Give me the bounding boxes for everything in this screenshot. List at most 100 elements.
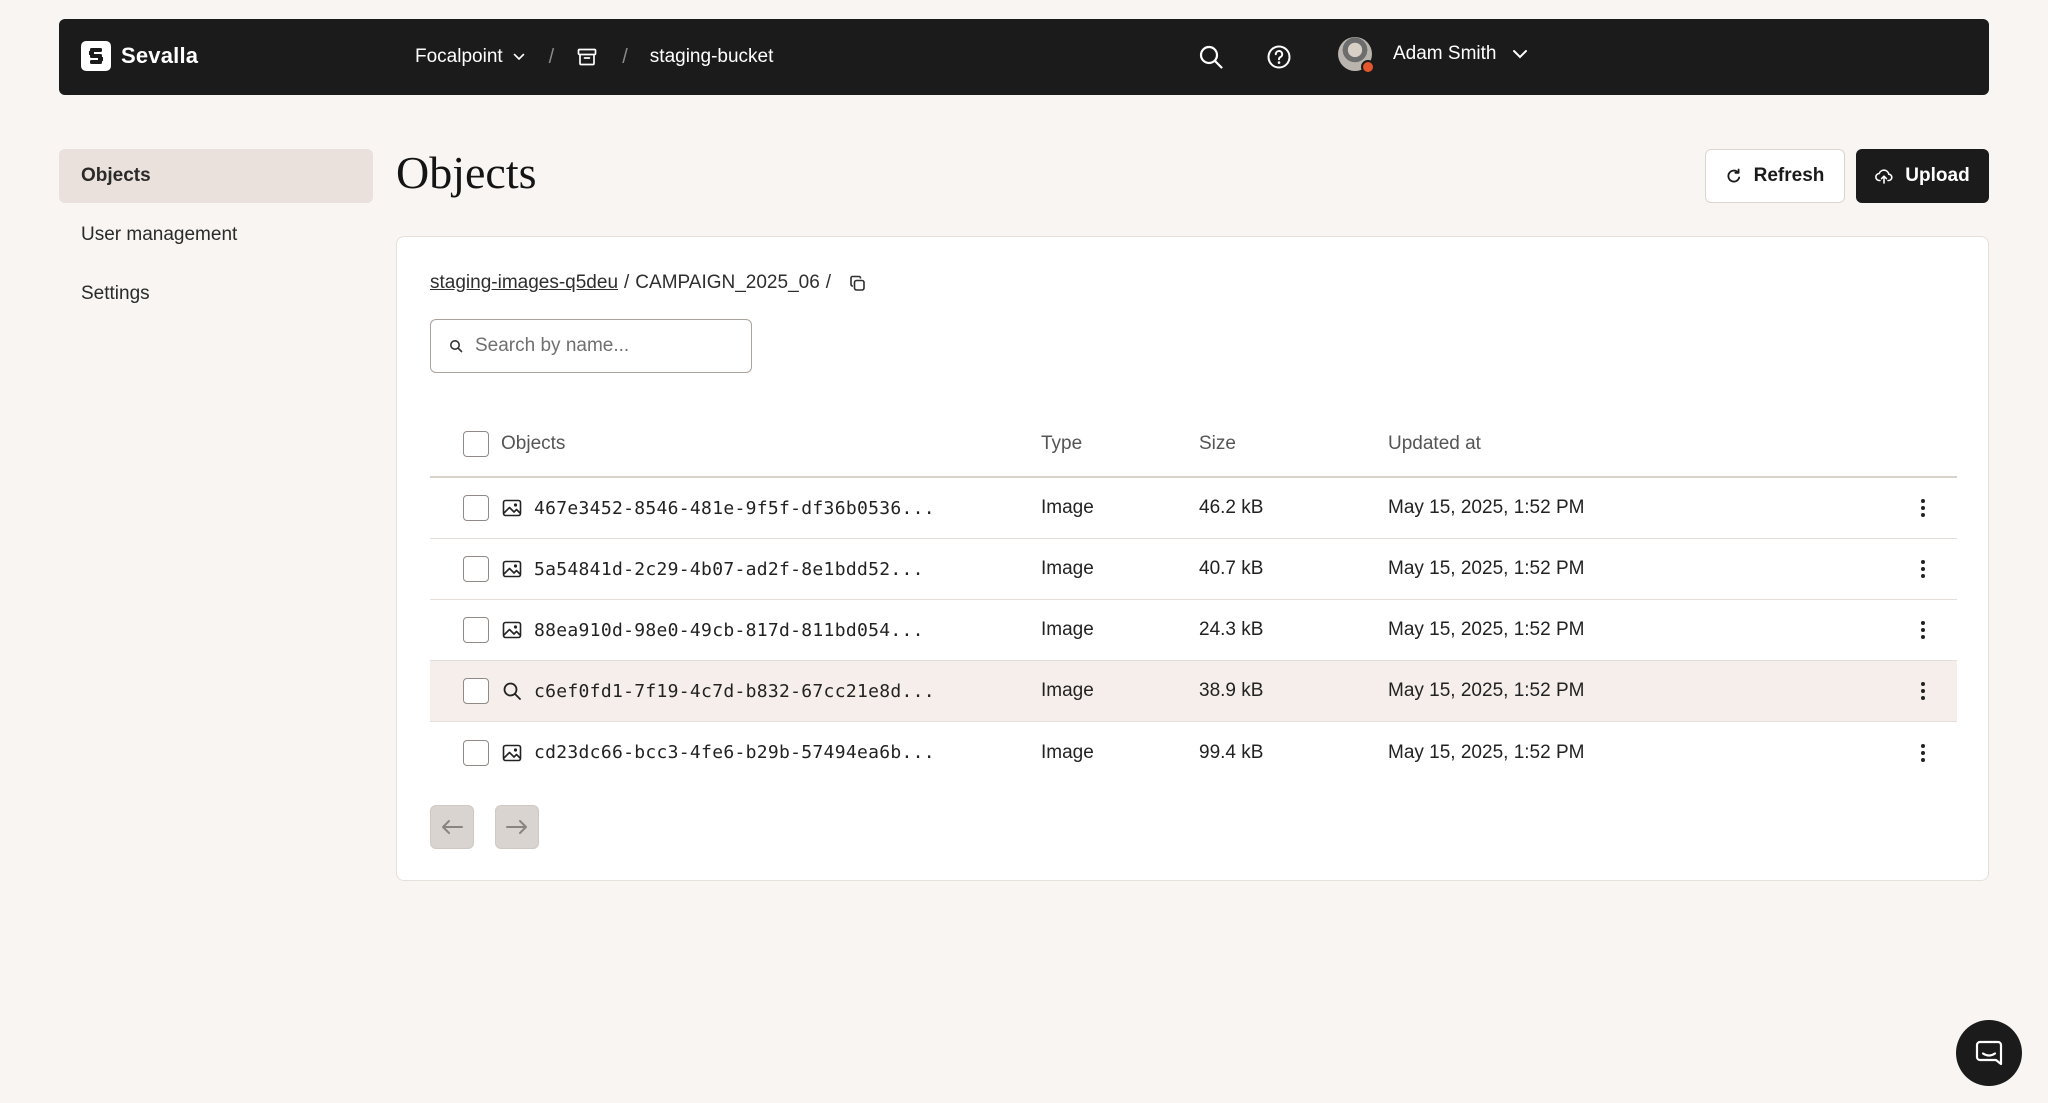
- table-row[interactable]: cd23dc66-bcc3-4fe6-b29b-57494ea6b... Ima…: [430, 722, 1957, 783]
- object-cell: 5a54841d-2c29-4b07-ad2f-8e1bdd52...: [430, 556, 1041, 582]
- row-checkbox[interactable]: [463, 556, 489, 582]
- row-checkbox[interactable]: [463, 495, 489, 521]
- more-vertical-icon: [1921, 621, 1925, 639]
- sidebar-item-settings[interactable]: Settings: [59, 267, 373, 321]
- table-header: Objects Type Size Updated at: [430, 412, 1957, 478]
- more-vertical-icon: [1921, 682, 1925, 700]
- column-header-updated-at: Updated at: [1388, 433, 1481, 454]
- chevron-down-icon: [513, 53, 524, 61]
- chat-launcher-button[interactable]: [1956, 1020, 2022, 1086]
- previous-page-button[interactable]: [430, 805, 474, 849]
- global-search-button[interactable]: [1195, 41, 1227, 73]
- row-menu-button[interactable]: [1908, 743, 1938, 763]
- row-checkbox[interactable]: [463, 678, 489, 704]
- object-type: Image: [1041, 497, 1094, 518]
- path-separator: /: [624, 272, 630, 293]
- row-menu-button[interactable]: [1908, 559, 1938, 579]
- chat-icon: [1975, 1040, 2003, 1066]
- row-menu-button[interactable]: [1908, 498, 1938, 518]
- object-updated-at: May 15, 2025, 1:52 PM: [1388, 680, 1585, 701]
- objects-card: staging-images-q5deu / CAMPAIGN_2025_06 …: [396, 236, 1989, 881]
- image-icon: [502, 621, 522, 639]
- pagination: [430, 805, 560, 849]
- image-icon: [502, 499, 522, 517]
- bucket-link[interactable]: [576, 46, 598, 68]
- upload-button[interactable]: Upload: [1856, 149, 1989, 203]
- project-name: Focalpoint: [415, 46, 503, 67]
- object-type: Image: [1041, 558, 1094, 579]
- search-box: [430, 319, 752, 373]
- user-menu[interactable]: Adam Smith: [1338, 37, 1528, 74]
- object-updated-at: May 15, 2025, 1:52 PM: [1388, 497, 1585, 518]
- refresh-icon: [1727, 168, 1740, 183]
- avatar: [1338, 37, 1375, 74]
- table-row[interactable]: c6ef0fd1-7f19-4c7d-b832-67cc21e8d... Ima…: [430, 661, 1957, 722]
- sidebar: Objects User management Settings: [59, 149, 373, 326]
- object-cell: 467e3452-8546-481e-9f5f-df36b0536...: [430, 495, 1041, 521]
- column-label: Objects: [501, 433, 566, 454]
- search-input[interactable]: [475, 335, 735, 357]
- brand-name: Sevalla: [121, 43, 199, 68]
- chevron-down-icon: [1513, 50, 1528, 59]
- sidebar-item-user-management[interactable]: User management: [59, 208, 373, 262]
- sidebar-item-label: Objects: [81, 165, 151, 186]
- help-button[interactable]: [1263, 41, 1295, 73]
- object-name: c6ef0fd1-7f19-4c7d-b832-67cc21e8d...: [534, 680, 935, 702]
- arrow-right-icon: [506, 820, 527, 834]
- breadcrumb-separator: /: [622, 45, 628, 68]
- copy-icon: [850, 275, 865, 291]
- image-icon: [502, 744, 522, 762]
- object-updated-at: May 15, 2025, 1:52 PM: [1388, 741, 1585, 763]
- arrow-left-icon: [442, 820, 463, 834]
- objects-table: Objects Type Size Updated at 467e3452-85…: [430, 412, 1957, 783]
- object-path: staging-images-q5deu / CAMPAIGN_2025_06 …: [430, 272, 866, 294]
- avatar-status-badge: [1361, 60, 1375, 74]
- bucket-name[interactable]: staging-bucket: [650, 46, 774, 68]
- sidebar-item-label: User management: [81, 224, 238, 245]
- search-icon[interactable]: [502, 681, 522, 701]
- help-circle-icon: [1267, 45, 1291, 69]
- user-name: Adam Smith: [1393, 43, 1497, 64]
- column-header-type: Type: [1041, 433, 1083, 454]
- object-size: 40.7 kB: [1199, 558, 1264, 579]
- object-cell: cd23dc66-bcc3-4fe6-b29b-57494ea6b...: [430, 739, 1041, 766]
- path-root-link[interactable]: staging-images-q5deu: [430, 272, 618, 294]
- more-vertical-icon: [1921, 743, 1925, 762]
- object-size: 99.4 kB: [1199, 741, 1264, 763]
- object-name: cd23dc66-bcc3-4fe6-b29b-57494ea6b...: [534, 742, 935, 763]
- select-all-checkbox[interactable]: [463, 431, 489, 457]
- row-menu-button[interactable]: [1908, 681, 1938, 701]
- sidebar-item-label: Settings: [81, 283, 150, 304]
- more-vertical-icon: [1921, 560, 1925, 578]
- object-name: 88ea910d-98e0-49cb-817d-811bd054...: [534, 619, 924, 641]
- table-row[interactable]: 467e3452-8546-481e-9f5f-df36b0536... Ima…: [430, 478, 1957, 539]
- column-header-objects: Objects: [430, 431, 1041, 457]
- table-row[interactable]: 88ea910d-98e0-49cb-817d-811bd054... Imag…: [430, 600, 1957, 661]
- next-page-button[interactable]: [495, 805, 539, 849]
- object-size: 46.2 kB: [1199, 497, 1264, 518]
- copy-path-button[interactable]: [849, 275, 866, 292]
- object-type: Image: [1041, 741, 1094, 763]
- refresh-button[interactable]: Refresh: [1705, 149, 1845, 203]
- image-icon: [502, 560, 522, 578]
- row-menu-button[interactable]: [1908, 620, 1938, 640]
- path-folder[interactable]: CAMPAIGN_2025_06: [635, 272, 819, 294]
- row-checkbox[interactable]: [463, 739, 489, 766]
- brand[interactable]: Sevalla: [81, 41, 198, 71]
- path-separator: /: [825, 272, 832, 293]
- page-title: Objects: [396, 147, 537, 198]
- object-cell: c6ef0fd1-7f19-4c7d-b832-67cc21e8d...: [430, 678, 1041, 704]
- top-breadcrumb: Focalpoint / / staging-bucket: [415, 19, 773, 95]
- archive-icon: [577, 48, 597, 66]
- search-icon: [1199, 45, 1223, 69]
- more-vertical-icon: [1921, 499, 1925, 517]
- refresh-label: Refresh: [1753, 165, 1825, 186]
- sevalla-logo-icon: [81, 41, 111, 71]
- object-name: 5a54841d-2c29-4b07-ad2f-8e1bdd52...: [534, 558, 924, 580]
- row-checkbox[interactable]: [463, 617, 489, 643]
- breadcrumb-separator: /: [548, 45, 555, 68]
- object-type: Image: [1041, 680, 1094, 701]
- project-switcher[interactable]: Focalpoint: [415, 46, 525, 68]
- table-row[interactable]: 5a54841d-2c29-4b07-ad2f-8e1bdd52... Imag…: [430, 539, 1957, 600]
- sidebar-item-objects[interactable]: Objects: [59, 149, 373, 203]
